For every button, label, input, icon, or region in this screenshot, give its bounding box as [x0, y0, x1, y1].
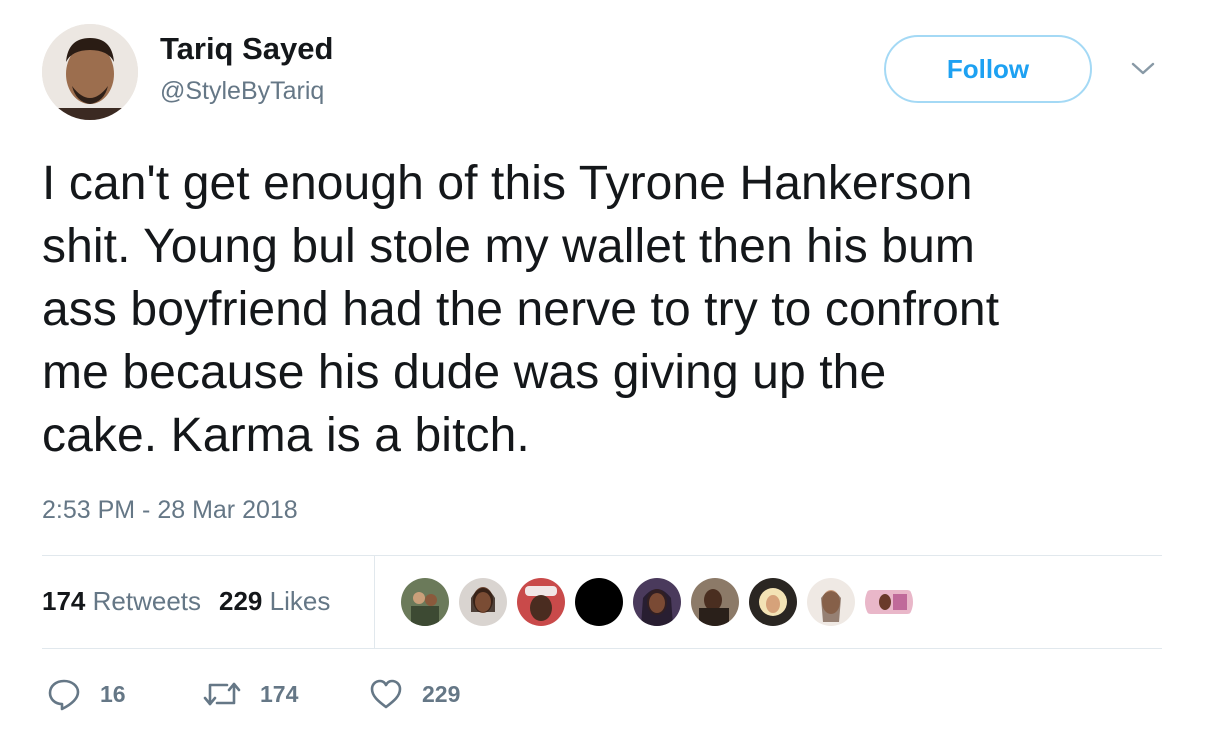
tweet-text: I can't get enough of this Tyrone Hanker… — [42, 152, 1182, 467]
liker-avatar[interactable] — [574, 577, 624, 627]
likes-count: 229 — [219, 586, 263, 616]
user-avatar[interactable] — [42, 24, 138, 120]
likes-label: Likes — [269, 586, 331, 616]
follow-button[interactable]: Follow — [884, 35, 1092, 103]
liker-avatar[interactable] — [400, 577, 450, 627]
like-button[interactable]: 229 — [368, 672, 460, 716]
retweet-icon — [203, 682, 241, 706]
stats-divider — [374, 556, 375, 648]
liker-avatar[interactable] — [458, 577, 508, 627]
divider — [42, 555, 1162, 556]
user-display-name[interactable]: Tariq Sayed — [160, 29, 333, 69]
tweet-text-line: I can't get enough of this Tyrone Hanker… — [42, 157, 973, 210]
retweet-count: 174 — [260, 680, 299, 707]
tweet-text-line: cake. Karma is a bitch. — [42, 409, 530, 462]
tweet-timestamp[interactable]: 2:53 PM - 28 Mar 2018 — [42, 494, 298, 526]
liker-avatar[interactable] — [748, 577, 798, 627]
tweet-stats: 174 Retweets 229 Likes — [42, 585, 348, 617]
liker-avatar[interactable] — [864, 577, 914, 627]
avatar-photo — [42, 24, 138, 120]
tweet-text-line: me because his dude was giving up the — [42, 346, 887, 399]
tweet-text-line: shit. Young bul stole my wallet then his… — [42, 220, 975, 273]
reply-count: 16 — [100, 680, 126, 707]
liker-avatar[interactable] — [690, 577, 740, 627]
reply-button[interactable]: 16 — [46, 672, 126, 716]
retweets-count: 174 — [42, 586, 86, 616]
retweet-button[interactable]: 174 — [202, 672, 298, 716]
retweets-stat[interactable]: 174 Retweets — [42, 585, 201, 617]
like-count: 229 — [422, 680, 461, 707]
reply-icon — [48, 679, 80, 711]
user-handle[interactable]: @StyleByTariq — [160, 74, 324, 108]
divider — [42, 648, 1162, 649]
heart-icon — [370, 679, 402, 709]
likes-stat[interactable]: 229 Likes — [219, 585, 330, 617]
liker-avatar[interactable] — [806, 577, 856, 627]
liker-avatar[interactable] — [632, 577, 682, 627]
tweet-text-line: ass boyfriend had the nerve to try to co… — [42, 283, 1000, 336]
retweets-label: Retweets — [92, 586, 202, 616]
chevron-down-icon[interactable] — [1130, 58, 1156, 80]
liker-avatar[interactable] — [516, 577, 566, 627]
